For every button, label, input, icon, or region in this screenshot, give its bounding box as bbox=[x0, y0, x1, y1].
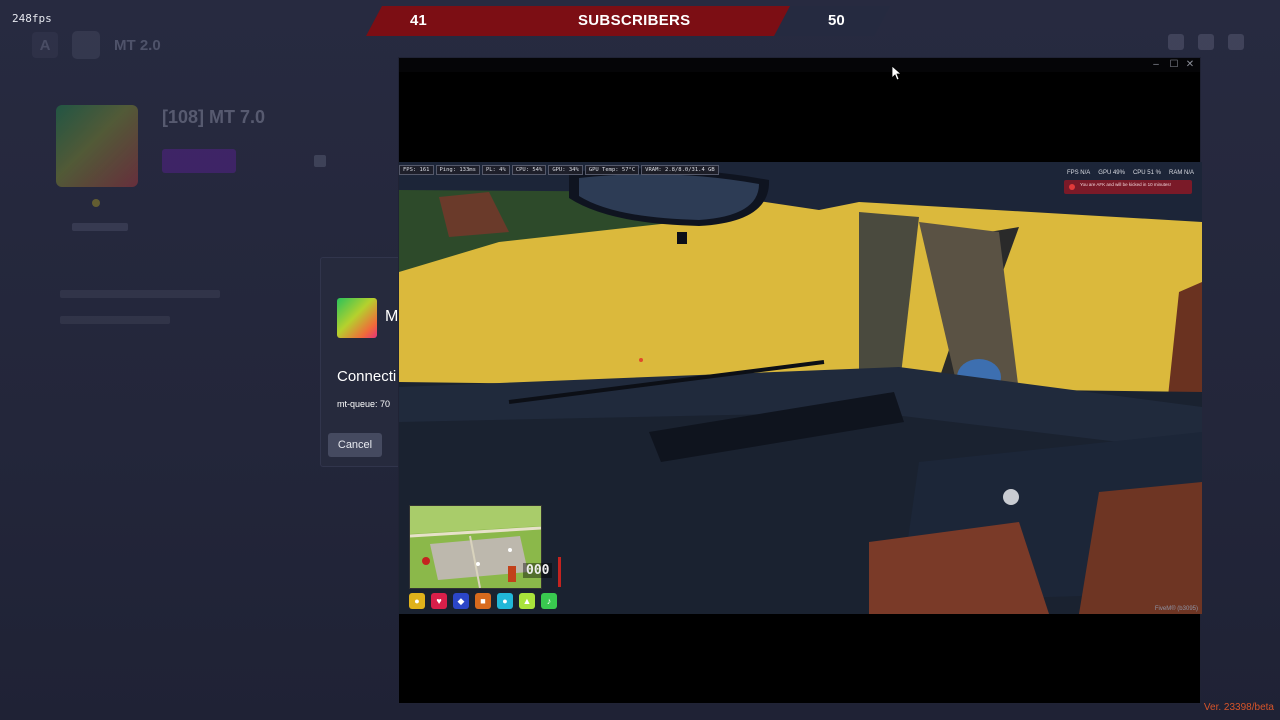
gold-icon: ● bbox=[409, 593, 425, 609]
scoreboard-title: SUBSCRIBERS bbox=[578, 12, 691, 29]
afk-warning: You are AFK and will be kicked in 10 min… bbox=[1064, 180, 1192, 194]
minimap-graphic bbox=[410, 506, 541, 588]
overlay-stats: FPS N/A GPU 49% CPU 51 % RAM N/A bbox=[1067, 170, 1194, 176]
window-titlebar[interactable]: – ☐ ✕ bbox=[399, 58, 1200, 72]
fps-counter: 248fps bbox=[12, 12, 52, 25]
overlay-cpu: CPU 51 % bbox=[1132, 170, 1161, 176]
stamina-icon: ▲ bbox=[519, 593, 535, 609]
server-card: [108] MT 7.0 bbox=[56, 105, 356, 245]
server-title: [108] MT 7.0 bbox=[162, 107, 266, 127]
version-label: Ver. 23398/beta bbox=[1203, 702, 1274, 713]
stat-vram: VRAM: 2.8/8.0/31.4 GB bbox=[641, 165, 719, 175]
voice-icon: ♪ bbox=[541, 593, 557, 609]
overlay-ram: RAM N/A bbox=[1168, 170, 1194, 176]
app-logo-icon[interactable]: A bbox=[32, 32, 58, 58]
status-dot-icon bbox=[92, 199, 100, 207]
stat-gpu-temp: GPU Temp: 57°C bbox=[584, 165, 640, 175]
profile-icon[interactable] bbox=[1228, 34, 1244, 50]
server-banner-image bbox=[56, 105, 138, 187]
water-icon: ● bbox=[497, 593, 513, 609]
stat-gpu: GPU: 34% bbox=[548, 165, 583, 175]
launcher-top-nav: A MT 2.0 bbox=[32, 30, 161, 60]
stat-ping: Ping: 133ms bbox=[435, 165, 480, 175]
minimize-icon[interactable]: – bbox=[1148, 58, 1164, 72]
cancel-button[interactable]: Cancel bbox=[328, 433, 382, 457]
scoreboard-current-count: 41 bbox=[410, 12, 427, 29]
stat-fps: FPS: 161 bbox=[399, 165, 434, 175]
armor-icon: ◆ bbox=[453, 593, 469, 609]
subscriber-scoreboard: 41 SUBSCRIBERS 50 bbox=[362, 6, 900, 36]
connect-button[interactable] bbox=[162, 149, 236, 173]
stat-cpu: CPU: 54% bbox=[511, 165, 547, 175]
favorite-icon[interactable] bbox=[314, 155, 326, 167]
warning-icon bbox=[1069, 184, 1075, 190]
hunger-icon: ■ bbox=[475, 593, 491, 609]
status-hud: ● ♥ ◆ ■ ● ▲ ♪ bbox=[409, 593, 557, 609]
server-logo-icon bbox=[337, 298, 377, 338]
performance-stats-bar: FPS: 161 Ping: 133ms PL: 4% CPU: 54% GPU… bbox=[399, 165, 721, 175]
afk-warning-text: You are AFK and will be kicked in 10 min… bbox=[1080, 182, 1171, 187]
stat-packet-loss: PL: 4% bbox=[481, 165, 510, 175]
close-icon[interactable]: ✕ bbox=[1182, 58, 1198, 72]
dialog-title: M bbox=[385, 308, 399, 325]
queue-position: mt-queue: 70 bbox=[337, 399, 391, 409]
server-details bbox=[60, 290, 220, 342]
game-viewport[interactable]: FPS: 161 Ping: 133ms PL: 4% CPU: 54% GPU… bbox=[399, 162, 1202, 614]
overlay-gpu: GPU 49% bbox=[1098, 170, 1125, 176]
scoreboard-goal-count: 50 bbox=[828, 12, 845, 29]
connection-status: Connecti bbox=[337, 368, 397, 385]
fivem-watermark: FiveM® (b3095) bbox=[1154, 606, 1198, 612]
server-meta bbox=[72, 223, 128, 231]
server-avatar[interactable] bbox=[72, 31, 100, 59]
mouse-cursor-icon bbox=[892, 66, 902, 80]
speedometer: 000 bbox=[523, 563, 553, 578]
overlay-fps: FPS N/A bbox=[1066, 170, 1091, 176]
settings-icon[interactable] bbox=[1168, 34, 1184, 50]
health-icon: ♥ bbox=[431, 593, 447, 609]
fuel-icon bbox=[508, 566, 516, 582]
launcher-nav-actions bbox=[1168, 34, 1244, 50]
game-window[interactable]: – ☐ ✕ FPS: 161 Ping: 133ms PL: 4% CPU: 5… bbox=[398, 57, 1202, 704]
maximize-icon[interactable]: ☐ bbox=[1166, 58, 1182, 72]
fuel-gauge bbox=[558, 557, 561, 587]
nav-server-title: MT 2.0 bbox=[114, 36, 161, 54]
notification-icon[interactable] bbox=[1198, 34, 1214, 50]
